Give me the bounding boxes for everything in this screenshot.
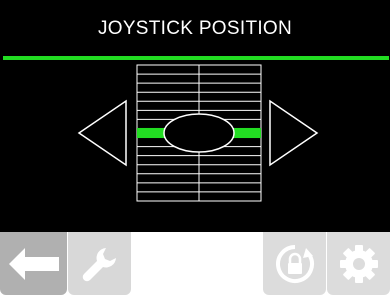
gear-button[interactable] xyxy=(327,232,390,295)
joystick-display xyxy=(0,60,390,232)
arrow-left-icon xyxy=(8,247,59,280)
lock-rotate-icon xyxy=(275,244,314,283)
triangle-left-icon[interactable] xyxy=(77,99,127,167)
position-band-right xyxy=(234,127,261,139)
lock-button[interactable] xyxy=(263,232,326,295)
page-title: JOYSTICK POSITION xyxy=(97,18,293,39)
wrench-button[interactable] xyxy=(68,232,131,295)
triangle-right-icon[interactable] xyxy=(269,99,319,167)
wrench-icon xyxy=(82,247,116,281)
joystick-graphic xyxy=(77,64,319,202)
bottom-toolbar xyxy=(0,232,390,295)
back-button[interactable] xyxy=(0,232,67,295)
gear-icon xyxy=(339,244,378,283)
joystick-indicator xyxy=(163,113,235,153)
position-band-left xyxy=(137,127,164,139)
header-bar: JOYSTICK POSITION xyxy=(0,0,390,58)
